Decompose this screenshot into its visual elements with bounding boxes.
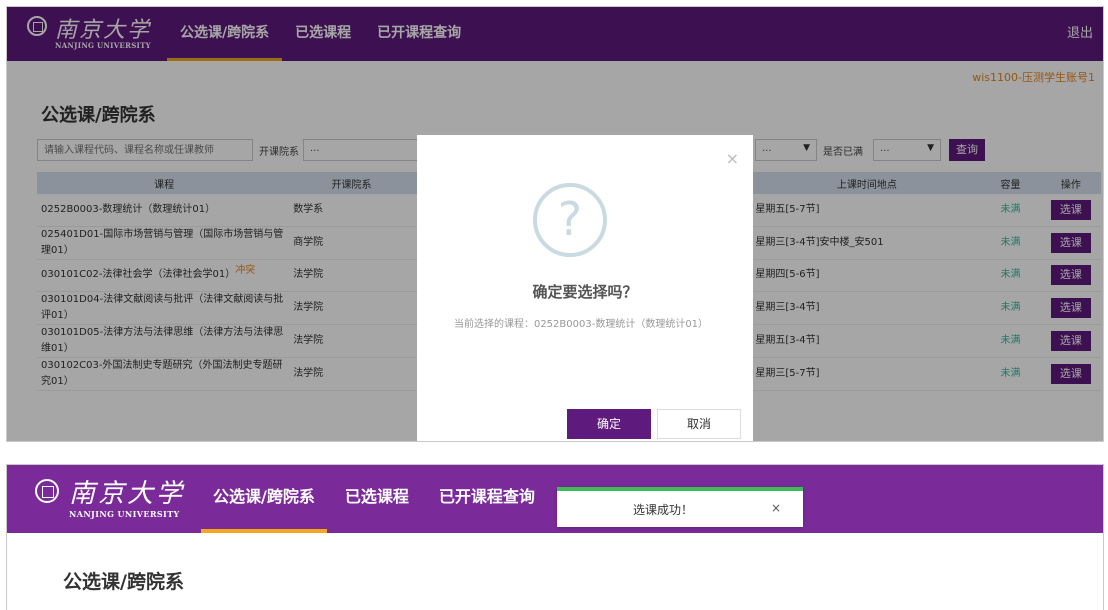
nav-tab-public-courses[interactable]: 公选课/跨院系	[201, 465, 327, 533]
close-icon[interactable]: ×	[726, 149, 739, 168]
nav-tab-selected-courses[interactable]: 已选课程	[333, 465, 421, 533]
screenshot-panel-success: 南京大学 NANJING UNIVERSITY 公选课/跨院系 已选课程 已开课…	[6, 464, 1104, 610]
logo-name-en: NANJING UNIVERSITY	[69, 509, 180, 519]
dialog-description: 当前选择的课程：0252B0003-数理统计（数理统计01）	[453, 319, 709, 330]
screenshot-panel-confirm: 南京大学 NANJING UNIVERSITY 公选课/跨院系 已选课程 已开课…	[6, 6, 1104, 442]
university-logo[interactable]: 南京大学 NANJING UNIVERSITY	[35, 475, 195, 523]
toast-message: 选课成功！	[632, 503, 693, 517]
logo-name-cn: 南京大学	[69, 479, 186, 509]
success-toast: 选课成功！ ×	[557, 487, 803, 527]
nav-tab-course-query[interactable]: 已开课程查询	[427, 465, 547, 533]
dialog-title: 确定要选择吗？	[532, 283, 638, 301]
university-seal-icon	[35, 479, 59, 503]
confirm-dialog: × ? 确定要选择吗？ 当前选择的课程：0252B0003-数理统计（数理统计0…	[417, 135, 753, 441]
page-title: 公选课/跨院系	[63, 571, 184, 593]
modal-backdrop-top	[7, 7, 1103, 61]
top-navbar: 南京大学 NANJING UNIVERSITY 公选课/跨院系 已选课程 已开课…	[7, 465, 1103, 533]
cancel-button[interactable]: 取消	[657, 409, 741, 439]
confirm-button[interactable]: 确定	[567, 409, 651, 439]
main-nav: 公选课/跨院系 已选课程 已开课程查询	[201, 465, 553, 533]
question-icon: ?	[533, 183, 607, 257]
close-icon[interactable]: ×	[771, 501, 781, 515]
